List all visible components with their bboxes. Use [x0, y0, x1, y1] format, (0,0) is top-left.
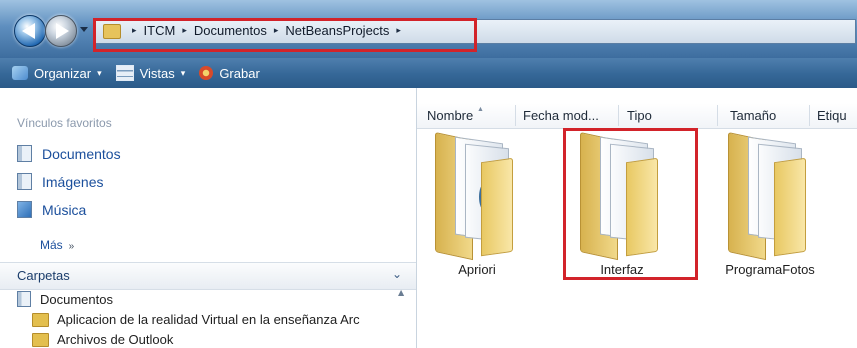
- column-divider[interactable]: [618, 105, 619, 126]
- chevron-down-icon: ▾: [97, 67, 102, 78]
- favorite-label: Documentos: [42, 145, 121, 162]
- column-header-name[interactable]: Nombre ▲: [427, 106, 484, 123]
- folder-label: ProgramaFotos: [725, 262, 815, 277]
- favorites-title: Vínculos favoritos: [17, 116, 112, 130]
- double-chevron-icon: »: [68, 241, 75, 252]
- tree-item-label: Documentos: [40, 291, 113, 307]
- folder-icon: [32, 312, 49, 327]
- tree-item-aplicacion[interactable]: Aplicacion de la realidad Virtual en la …: [32, 312, 360, 327]
- favorite-link-documentos[interactable]: Documentos: [17, 145, 121, 162]
- views-label: Vistas: [139, 65, 175, 81]
- views-icon: [115, 65, 134, 81]
- folder-icon: [435, 132, 515, 261]
- folders-title: Carpetas: [17, 268, 70, 283]
- folder-highlight-box: [563, 128, 698, 280]
- views-button[interactable]: Vistas ▾: [115, 65, 186, 81]
- favorite-label: Imágenes: [42, 173, 104, 190]
- forward-arrow-icon: [56, 23, 69, 39]
- forward-button[interactable]: [45, 15, 77, 47]
- folders-header[interactable]: Carpetas ⌄: [0, 262, 416, 290]
- sort-indicator-icon: ▲: [477, 106, 484, 113]
- folder-icon: [32, 332, 49, 347]
- more-links[interactable]: Más »: [40, 238, 74, 252]
- more-label: Más: [40, 238, 63, 252]
- folder-label: Apriori: [458, 262, 496, 277]
- chevron-down-icon: ▾: [180, 67, 186, 78]
- column-header-tags[interactable]: Etiqu: [817, 108, 847, 123]
- organize-label: Organizar: [34, 65, 92, 81]
- chevron-down-icon[interactable]: ⌄: [392, 267, 402, 281]
- column-divider[interactable]: [515, 105, 516, 126]
- organize-button[interactable]: Organizar ▾: [12, 66, 102, 81]
- documents-icon: [17, 291, 31, 307]
- burn-button[interactable]: Grabar: [199, 65, 260, 81]
- music-icon: [17, 201, 32, 218]
- favorite-label: Música: [42, 201, 87, 218]
- address-bar: ▸ ITCM ▸ Documentos ▸ NetBeansProjects ▸: [0, 0, 857, 58]
- tree-item-documentos[interactable]: Documentos: [17, 291, 113, 307]
- command-toolbar: Organizar ▾ Vistas ▾ Grabar: [0, 58, 857, 88]
- back-button[interactable]: [14, 15, 46, 47]
- tree-item-archivos-outlook[interactable]: Archivos de Outlook: [32, 332, 173, 347]
- burn-label: Grabar: [219, 65, 260, 81]
- favorite-link-musica[interactable]: Música: [17, 201, 86, 218]
- organize-icon: [12, 66, 28, 80]
- column-header-size[interactable]: Tamaño: [730, 108, 776, 123]
- burn-icon: [199, 66, 214, 80]
- address-highlight-box: [93, 18, 477, 52]
- column-header-row: Nombre ▲ Fecha mod... Tipo Tamaño Etiqu: [417, 103, 857, 129]
- column-header-date[interactable]: Fecha mod...: [523, 108, 599, 123]
- column-divider[interactable]: [717, 105, 718, 126]
- recent-pages-dropdown-icon[interactable]: [80, 27, 88, 32]
- column-divider[interactable]: [809, 105, 810, 126]
- tree-item-label: Archivos de Outlook: [57, 332, 174, 347]
- explorer-window: ▸ ITCM ▸ Documentos ▸ NetBeansProjects ▸…: [0, 0, 857, 348]
- scroll-up-icon[interactable]: ▲: [398, 288, 404, 297]
- favorite-link-imagenes[interactable]: Imágenes: [17, 173, 103, 190]
- back-arrow-icon: [22, 23, 35, 39]
- navigation-pane: Vínculos favoritos Documentos Imágenes M…: [0, 88, 417, 348]
- documents-icon: [17, 145, 32, 162]
- folder-icon: [728, 132, 808, 261]
- tree-item-label: Aplicacion de la realidad Virtual en la …: [57, 312, 360, 327]
- pictures-icon: [17, 173, 32, 190]
- column-header-type[interactable]: Tipo: [627, 108, 652, 123]
